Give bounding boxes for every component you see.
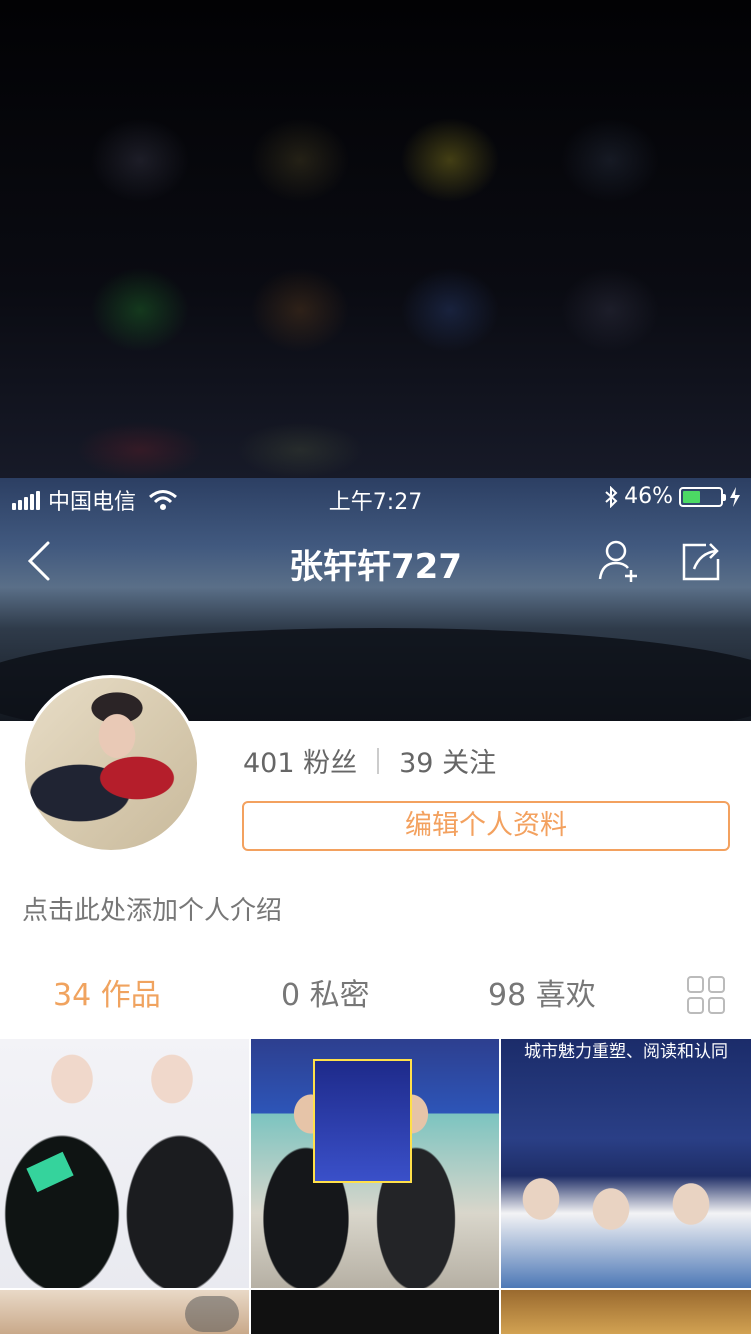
edit-profile-button[interactable]: 编辑个人资料 [242,801,730,851]
battery-percent: 46% [624,484,673,509]
work-thumbnail[interactable] [0,1039,249,1288]
share-icon[interactable] [678,539,722,583]
navigation-bar: 张轩轩727 [0,525,751,597]
tab-likes[interactable]: 98 喜欢 [488,970,596,1014]
followers-count[interactable]: 401 粉丝 [243,741,357,780]
work-thumbnail[interactable] [251,1039,499,1288]
content-tabs: 34 作品 0 私密 98 喜欢 [0,970,751,1020]
battery-icon [679,486,726,507]
work-thumbnail[interactable] [501,1290,751,1334]
following-count[interactable]: 39 关注 [399,741,496,780]
grid-view-icon[interactable] [686,975,726,1015]
photo-album-icon [185,1296,239,1332]
add-friend-icon[interactable] [598,539,640,583]
work-thumbnail[interactable]: 城市魅力重塑、阅读和认同 [501,1039,751,1288]
status-bar: 中国电信 上午7:27 46% [0,478,751,518]
avatar[interactable] [22,675,200,853]
work-thumbnail[interactable] [0,1290,249,1334]
bluetooth-icon [605,485,618,508]
work-thumbnail[interactable] [251,1290,499,1334]
stats-divider [377,747,380,774]
charging-bolt-icon [730,486,740,507]
blurred-background [0,0,751,478]
tab-works[interactable]: 34 作品 [53,970,161,1014]
bio-placeholder[interactable]: 点击此处添加个人介绍 [22,890,282,927]
thumbnail-banner-text: 城市魅力重塑、阅读和认同 [524,1042,728,1062]
works-grid: 城市魅力重塑、阅读和认同 [0,1039,751,1334]
tab-private[interactable]: 0 私密 [281,970,370,1014]
follow-stats: 401 粉丝 39 关注 [243,741,496,780]
